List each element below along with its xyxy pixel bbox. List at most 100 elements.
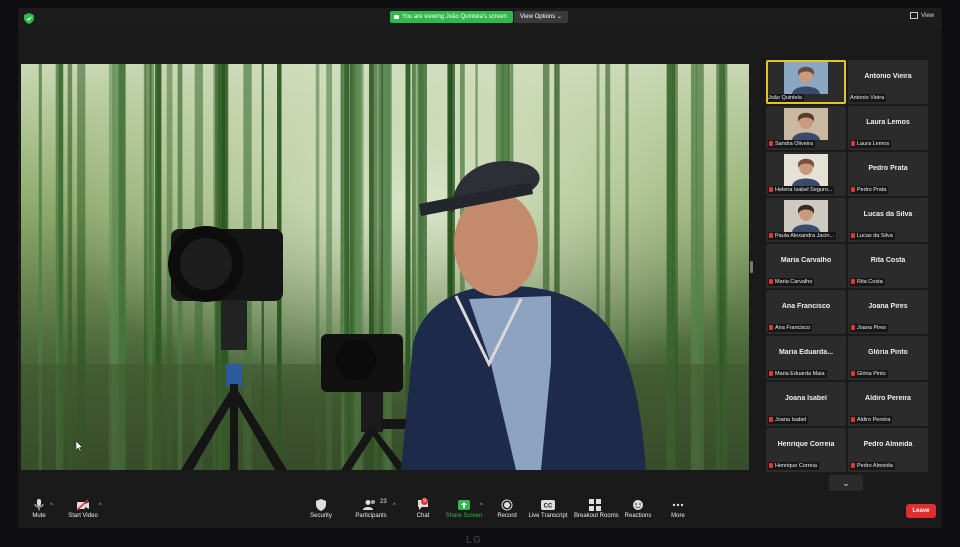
muted-microphone-icon — [851, 233, 855, 239]
participant-name: Aldiro Pereira — [857, 417, 891, 423]
microphone-icon — [34, 499, 44, 511]
participant-tile[interactable]: João Quintela — [766, 60, 846, 104]
chat-button[interactable]: 9 Chat — [412, 498, 434, 519]
muted-microphone-icon — [851, 187, 855, 193]
more-dots-icon — [672, 503, 684, 507]
view-options-button[interactable]: View Options ⌄ — [514, 11, 568, 23]
participant-tile[interactable]: Helena Isabel Seguro... — [766, 152, 846, 196]
participant-tile[interactable]: Ana Francisco Ana Francisco — [766, 290, 846, 334]
participant-name: Paula Alexandra Jacin... — [775, 233, 835, 239]
participant-display-name: Joana Pires — [868, 303, 908, 310]
chat-unread-badge: 9 — [421, 498, 428, 505]
chevron-down-icon: ⌄ — [842, 478, 850, 488]
participant-video-thumbnail — [784, 108, 828, 140]
participant-tile[interactable]: Pedro Prata Pedro Prata — [848, 152, 928, 196]
mute-button[interactable]: Mute — [28, 499, 50, 519]
participant-display-name: Rita Costa — [870, 257, 906, 264]
participant-tile[interactable]: Aldiro Pereira Aldiro Pereira — [848, 382, 928, 426]
closed-caption-icon: CC — [541, 500, 555, 510]
participant-tile[interactable]: Antonio Vieira Antonio Vieira — [848, 60, 928, 104]
gallery-grid-icon — [910, 12, 919, 19]
participant-tile[interactable]: Henrique Correia Henrique Correia — [766, 428, 846, 472]
participant-name: Glória Pinto — [857, 371, 886, 377]
participant-name-label: Ana Francisco — [768, 324, 813, 332]
video-options-caret[interactable]: ^ — [99, 503, 102, 509]
participant-name-label: Paula Alexandra Jacin... — [768, 232, 837, 240]
reactions-button[interactable]: Reactions — [624, 499, 652, 519]
participant-tile[interactable]: Joana Pires Joana Pires — [848, 290, 928, 334]
participant-name-label: Maria Eduarda Maia — [768, 370, 827, 378]
participants-label: Participants — [355, 513, 387, 519]
live-transcript-label: Live Transcript — [528, 513, 568, 519]
participant-name: Pedro Almeida — [857, 463, 893, 469]
share-screen-button[interactable]: Share Screen — [444, 499, 484, 519]
monitor-brand-logo: LG — [466, 535, 482, 546]
participant-tile[interactable]: Rita Costa Rita Costa — [848, 244, 928, 288]
mouse-cursor-icon — [76, 441, 83, 452]
participant-name: Sandra Oliveira — [775, 141, 813, 147]
participant-tile[interactable]: Laura Lemos Laura Lemos — [848, 106, 928, 150]
participant-display-name: Pedro Prata — [868, 165, 908, 172]
participant-name-label: Sandra Oliveira — [768, 140, 815, 148]
breakout-rooms-label: Breakout Rooms — [574, 513, 619, 519]
participant-name-label: Glória Pinto — [850, 370, 888, 378]
participant-display-name: Antonio Vieira — [864, 73, 912, 80]
mute-options-caret[interactable]: ^ — [50, 503, 53, 509]
mute-label: Mute — [32, 513, 46, 519]
muted-microphone-icon — [851, 325, 855, 331]
participants-icon — [363, 500, 375, 510]
share-options-caret[interactable]: ^ — [480, 503, 483, 509]
participant-name-label: Joana Pires — [850, 324, 889, 332]
participant-tile[interactable]: Joana Isabel Joana Isabel — [766, 382, 846, 426]
participant-display-name: Maria Eduarda... — [778, 349, 834, 356]
more-button[interactable]: More — [668, 499, 688, 519]
participant-name: Rita Costa — [857, 279, 883, 285]
muted-microphone-icon — [769, 233, 773, 239]
participant-name: Lucas da Silva — [857, 233, 893, 239]
start-video-button[interactable]: Start Video — [66, 499, 100, 519]
participant-tile[interactable]: Maria Carvalho Maria Carvalho — [766, 244, 846, 288]
record-icon — [501, 499, 513, 511]
participant-tile[interactable]: Pedro Almeida Pedro Almeida — [848, 428, 928, 472]
chat-label: Chat — [416, 513, 430, 519]
participants-count: 23 — [380, 499, 387, 505]
participant-name: Pedro Prata — [857, 187, 887, 193]
participant-tile[interactable]: Paula Alexandra Jacin... — [766, 198, 846, 242]
resize-divider-handle[interactable] — [750, 261, 753, 273]
participant-name-label: Henrique Correia — [768, 462, 819, 470]
participants-options-caret[interactable]: ^ — [393, 503, 396, 509]
participant-tile[interactable]: Glória Pinto Glória Pinto — [848, 336, 928, 380]
start-video-label: Start Video — [68, 513, 98, 519]
participant-name: Maria Carvalho — [775, 279, 813, 285]
live-transcript-button[interactable]: CC Live Transcript — [528, 499, 568, 519]
participant-name: Helena Isabel Seguro... — [775, 187, 833, 193]
breakout-rooms-button[interactable]: Breakout Rooms — [574, 499, 619, 519]
participants-button[interactable]: 23 Participants — [354, 499, 388, 519]
participant-name: Henrique Correia — [775, 463, 817, 469]
participant-tile[interactable]: Maria Eduarda... Maria Eduarda Maia — [766, 336, 846, 380]
participant-name: Joana Isabel — [775, 417, 807, 423]
participant-tile[interactable]: Lucas da Silva Lucas da Silva — [848, 198, 928, 242]
shared-screen-video — [21, 64, 749, 470]
muted-microphone-icon — [851, 463, 855, 469]
record-button[interactable]: Record — [496, 499, 518, 519]
muted-microphone-icon — [769, 187, 773, 193]
leave-button[interactable]: Leave — [906, 504, 936, 518]
participant-name: João Quintela — [768, 95, 802, 101]
gallery-next-page-button[interactable]: ⌄ — [829, 475, 863, 491]
participant-name-label: Pedro Prata — [850, 186, 889, 194]
reactions-emoji-icon — [633, 500, 643, 510]
screen-share-icon — [394, 15, 399, 19]
participant-tile[interactable]: Sandra Oliveira — [766, 106, 846, 150]
participant-name-label: Pedro Almeida — [850, 462, 895, 470]
security-button[interactable]: Security — [308, 499, 334, 519]
participant-name-label: Aldiro Pereira — [850, 416, 893, 424]
share-screen-label: Share Screen — [445, 513, 483, 519]
participant-display-name: Laura Lemos — [866, 119, 910, 126]
meeting-toolbar: Mute ^ Start Video ^ Security 23 Partici… — [18, 497, 942, 528]
muted-microphone-icon — [769, 141, 773, 147]
participant-name: Maria Eduarda Maia — [775, 371, 825, 377]
security-label: Security — [310, 513, 332, 519]
view-button[interactable]: View — [910, 12, 934, 19]
view-label: View — [921, 13, 934, 20]
